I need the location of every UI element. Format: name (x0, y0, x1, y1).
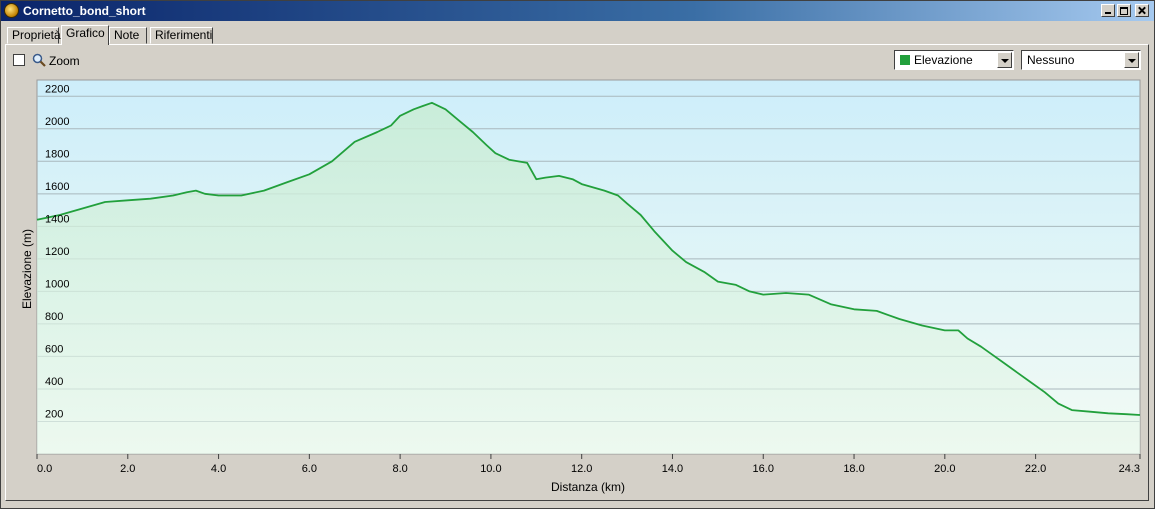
tab-riferimenti[interactable]: Riferimenti (150, 27, 213, 44)
zoom-label: Zoom (49, 54, 80, 68)
x-tick-label: 16.0 (753, 463, 774, 475)
x-tick-label: 10.0 (480, 463, 501, 475)
y-tick-label: 400 (45, 376, 63, 388)
y-tick-label: 600 (45, 343, 63, 355)
chevron-down-icon[interactable] (1124, 52, 1139, 68)
y-tick-label: 2000 (45, 116, 69, 128)
tab-note[interactable]: Note (109, 27, 147, 44)
title-bar[interactable]: Cornetto_bond_short (1, 1, 1154, 21)
y-tick-label: 1800 (45, 148, 69, 160)
zoom-checkbox[interactable] (13, 54, 25, 66)
tab-grafico[interactable]: Grafico (61, 25, 109, 45)
x-tick-label: 0.0 (37, 463, 52, 475)
y-tick-label: 1600 (45, 181, 69, 193)
maximize-button[interactable] (1117, 4, 1131, 17)
x-tick-label: 8.0 (392, 463, 407, 475)
chevron-down-icon[interactable] (997, 52, 1012, 68)
elevation-chart[interactable]: 200 400 600 800 1000 1200 1400 1600 1800 2000 2200… (11, 73, 1144, 497)
close-button[interactable] (1135, 4, 1149, 17)
series-select[interactable]: Elevazione (894, 50, 1014, 70)
chart-container: 200 400 600 800 1000 1200 1400 1600 1800 2000 2200… (11, 73, 1144, 497)
app-window: Cornetto_bond_short Proprietà Grafico No… (0, 0, 1155, 509)
secondary-select[interactable]: Nessuno (1021, 50, 1141, 70)
minimize-button[interactable] (1101, 4, 1115, 17)
x-tick-label: 20.0 (934, 463, 955, 475)
series-color-swatch (900, 55, 910, 65)
x-tick-label: 4.0 (211, 463, 226, 475)
y-tick-label: 1200 (45, 246, 69, 258)
window-title: Cornetto_bond_short (23, 4, 146, 18)
app-icon[interactable] (4, 3, 19, 18)
x-tick-label: 18.0 (843, 463, 864, 475)
x-tick-label: 6.0 (302, 463, 317, 475)
y-tick-label: 1000 (45, 278, 69, 290)
y-tick-label: 1400 (45, 213, 69, 225)
tab-proprieta[interactable]: Proprietà (7, 27, 61, 44)
series-select-value: Elevazione (914, 53, 973, 67)
x-tick-label: 24.3 (1119, 463, 1140, 475)
x-axis-label: Distanza (km) (551, 480, 625, 494)
y-tick-label: 200 (45, 408, 63, 420)
y-tick-label: 2200 (45, 83, 69, 95)
y-tick-label: 800 (45, 311, 63, 323)
x-tick-label: 22.0 (1025, 463, 1046, 475)
x-tick-label: 14.0 (662, 463, 683, 475)
secondary-select-value: Nessuno (1027, 53, 1075, 67)
x-tick-label: 12.0 (571, 463, 592, 475)
x-tick-label: 2.0 (120, 463, 135, 475)
magnifier-icon (32, 53, 46, 67)
y-axis-label: Elevazione (m) (20, 229, 34, 309)
